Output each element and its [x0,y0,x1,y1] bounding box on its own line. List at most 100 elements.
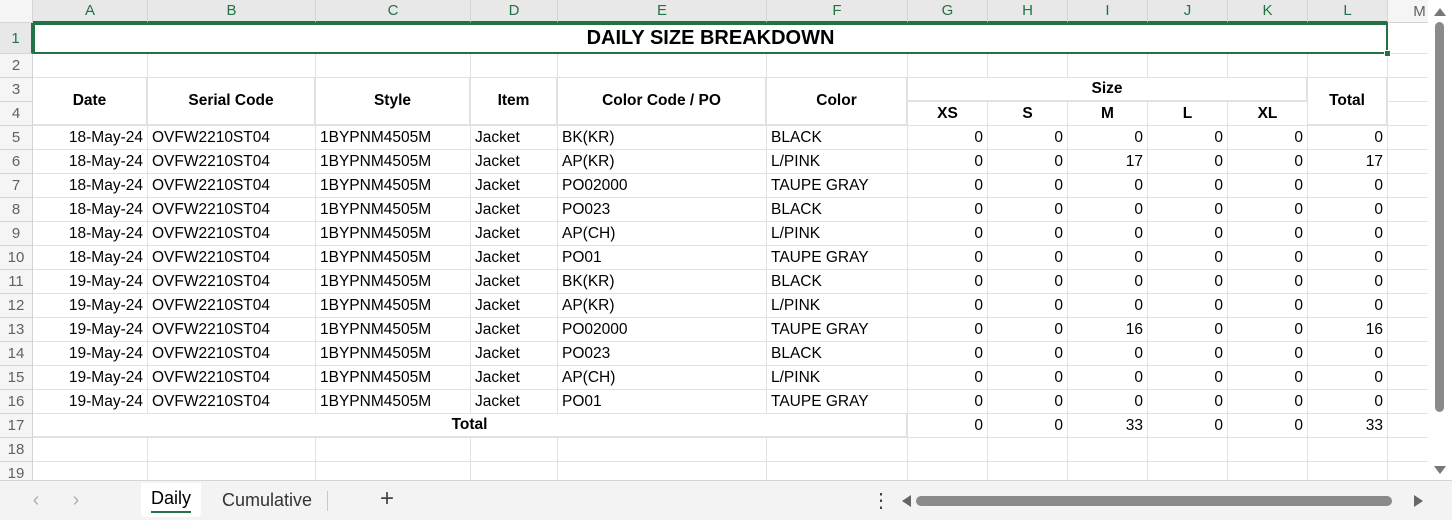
table-cell[interactable]: PO023 [558,342,766,365]
table-cell[interactable]: 0 [1228,126,1307,149]
table-cell[interactable]: 0 [1068,246,1147,269]
table-cell[interactable]: OVFW2210ST04 [148,246,315,269]
header-size-xl[interactable]: XL [1228,102,1307,125]
table-cell[interactable]: 0 [1148,342,1227,365]
table-cell[interactable]: OVFW2210ST04 [148,318,315,341]
row-header-15[interactable]: 15 [0,366,33,390]
table-cell[interactable]: BK(KR) [558,270,766,293]
table-cell[interactable]: 0 [908,126,987,149]
row-header-5[interactable]: 5 [0,126,33,150]
table-cell[interactable]: 0 [988,246,1067,269]
title-cell[interactable]: DAILY SIZE BREAKDOWN [33,23,1388,54]
table-cell[interactable]: Jacket [471,294,557,317]
table-cell[interactable]: Jacket [471,126,557,149]
table-cell[interactable]: 0 [988,366,1067,389]
table-cell[interactable]: 0 [988,222,1067,245]
table-cell[interactable]: 0 [908,198,987,221]
table-cell[interactable]: 18-May-24 [33,222,147,245]
table-cell[interactable]: 19-May-24 [33,366,147,389]
table-cell[interactable]: 18-May-24 [33,174,147,197]
table-cell[interactable]: 0 [1148,270,1227,293]
column-header-j[interactable]: J [1148,0,1228,23]
table-cell[interactable]: 0 [1228,342,1307,365]
tab-cumulative[interactable]: Cumulative [212,483,322,517]
table-cell[interactable]: OVFW2210ST04 [148,366,315,389]
chevron-left-icon[interactable]: ‹ [26,489,46,512]
table-cell[interactable]: PO02000 [558,318,766,341]
table-cell[interactable]: PO02000 [558,174,766,197]
table-cell[interactable]: 1BYPNM4505M [316,294,470,317]
table-cell[interactable]: 0 [1068,270,1147,293]
row-header-14[interactable]: 14 [0,342,33,366]
column-header-b[interactable]: B [148,0,316,23]
table-cell[interactable]: 0 [1148,198,1227,221]
column-header-l[interactable]: L [1308,0,1388,23]
table-cell[interactable]: 0 [1068,366,1147,389]
table-cell[interactable]: 0 [1308,366,1387,389]
table-cell[interactable]: 19-May-24 [33,318,147,341]
row-header-18[interactable]: 18 [0,438,33,462]
row-header-12[interactable]: 12 [0,294,33,318]
table-cell[interactable]: OVFW2210ST04 [148,390,315,413]
table-cell[interactable]: OVFW2210ST04 [148,198,315,221]
table-cell[interactable]: 1BYPNM4505M [316,198,470,221]
table-cell[interactable]: 16 [1308,318,1387,341]
column-header-e[interactable]: E [558,0,767,23]
table-cell[interactable]: 19-May-24 [33,270,147,293]
table-cell[interactable]: 0 [1148,294,1227,317]
table-cell[interactable]: 0 [988,198,1067,221]
fill-handle[interactable] [1384,50,1391,57]
row-header-1[interactable]: 1 [0,23,33,54]
row-header-16[interactable]: 16 [0,390,33,414]
table-cell[interactable]: 0 [1308,270,1387,293]
table-cell[interactable]: AP(KR) [558,294,766,317]
column-header-f[interactable]: F [767,0,908,23]
select-all-corner[interactable] [0,0,33,23]
table-cell[interactable]: 1BYPNM4505M [316,126,470,149]
table-cell[interactable]: 0 [1068,126,1147,149]
table-cell[interactable]: 0 [1308,342,1387,365]
table-cell[interactable]: 0 [1308,174,1387,197]
table-cell[interactable]: TAUPE GRAY [767,246,907,269]
table-cell[interactable]: Jacket [471,270,557,293]
total-label[interactable]: Total [33,414,907,437]
table-cell[interactable]: 0 [908,390,987,413]
table-cell[interactable]: Jacket [471,390,557,413]
table-cell[interactable]: 16 [1068,318,1147,341]
table-cell[interactable]: OVFW2210ST04 [148,126,315,149]
table-cell[interactable]: L/PINK [767,366,907,389]
table-cell[interactable]: OVFW2210ST04 [148,342,315,365]
table-cell[interactable]: 0 [1308,198,1387,221]
header-serial-code[interactable]: Serial Code [148,78,315,125]
table-cell[interactable]: Jacket [471,222,557,245]
table-cell[interactable]: 0 [1228,246,1307,269]
header-size-s[interactable]: S [988,102,1067,125]
table-cell[interactable]: 0 [1148,390,1227,413]
scroll-down-icon[interactable] [1434,466,1446,474]
table-cell[interactable]: 0 [1068,174,1147,197]
column-header-g[interactable]: G [908,0,988,23]
column-header-d[interactable]: D [471,0,558,23]
total-value[interactable]: 0 [1148,414,1227,437]
row-header-3[interactable]: 3 [0,78,33,102]
table-cell[interactable]: 18-May-24 [33,198,147,221]
total-value[interactable]: 0 [908,414,987,437]
column-header-c[interactable]: C [316,0,471,23]
row-header-7[interactable]: 7 [0,174,33,198]
scroll-left-icon[interactable] [902,495,911,507]
table-cell[interactable]: 18-May-24 [33,150,147,173]
table-cell[interactable]: 0 [1148,366,1227,389]
table-cell[interactable]: AP(KR) [558,150,766,173]
table-cell[interactable]: BLACK [767,126,907,149]
table-cell[interactable]: 19-May-24 [33,294,147,317]
table-cell[interactable]: 0 [1228,270,1307,293]
table-cell[interactable]: L/PINK [767,294,907,317]
table-cell[interactable]: 0 [1308,222,1387,245]
table-cell[interactable]: 0 [1148,150,1227,173]
table-cell[interactable]: 0 [1148,174,1227,197]
table-cell[interactable]: 0 [988,126,1067,149]
total-value[interactable]: 0 [988,414,1067,437]
table-cell[interactable]: 0 [908,318,987,341]
table-cell[interactable]: 0 [988,150,1067,173]
table-cell[interactable]: PO01 [558,246,766,269]
